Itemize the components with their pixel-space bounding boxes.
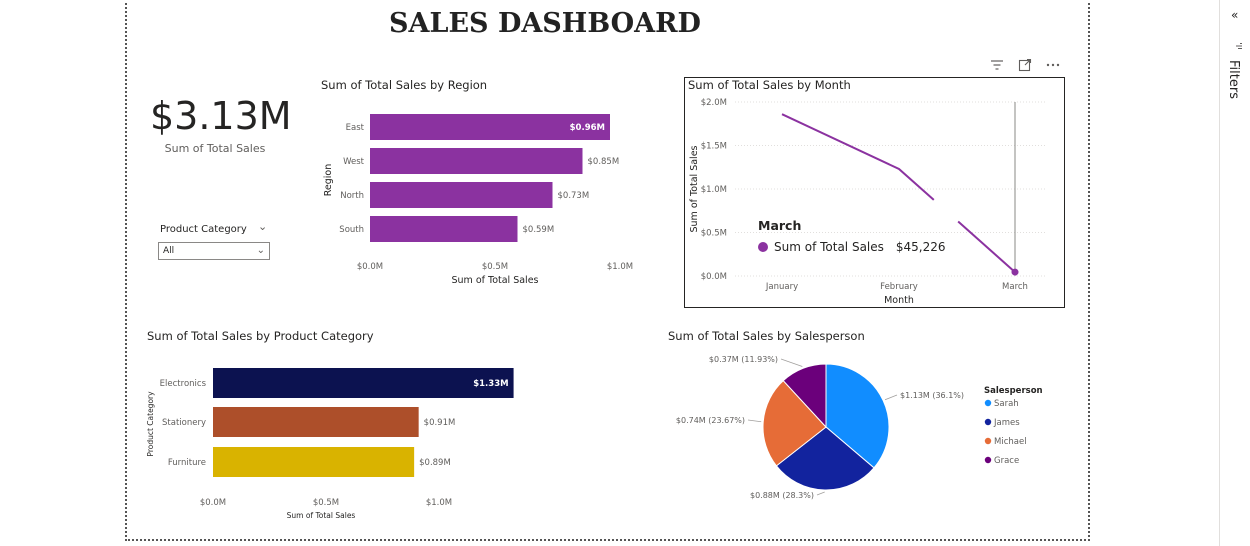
category-bar [213, 407, 419, 437]
category-x-tick: $1.0M [426, 498, 452, 508]
pie-legend-label: Michael [994, 437, 1027, 447]
salesperson-pie-chart: $1.13M (36.1%) $0.88M (28.3%) $0.74M (23.6… [676, 355, 1043, 500]
region-bar-chart: East $0.96M West $0.85M North $0.73M South $0.5… [323, 114, 633, 286]
pie-data-label: $0.37M (11.93%) [709, 355, 778, 364]
month-chart-title: Sum of Total Sales by Month [688, 78, 851, 92]
month-y-tick: $1.5M [701, 142, 727, 152]
region-chart-title: Sum of Total Sales by Region [321, 78, 488, 92]
more-options-icon[interactable] [1046, 62, 1060, 68]
pie-legend-marker [984, 418, 992, 426]
pie-legend-title: Salesperson [984, 386, 1043, 396]
dashboard-title: SALES DASHBOARD [389, 8, 701, 39]
chevron-down-icon: ⌄ [256, 245, 265, 256]
category-label: Furniture [168, 458, 206, 468]
month-y-tick: $2.0M [701, 98, 727, 108]
month-y-axis-title: Sum of Total Sales [689, 145, 700, 232]
category-x-tick: $0.5M [313, 498, 339, 508]
month-series-line [781, 113, 935, 201]
kpi-label: Sum of Total Sales [164, 142, 266, 155]
category-bar [213, 447, 415, 477]
month-march-point [1011, 268, 1019, 276]
slicer-dropdown[interactable]: All ⌄ [158, 242, 270, 260]
pie-legend-label: James [993, 418, 1020, 428]
region-bar [370, 148, 583, 174]
pie-legend-marker [984, 456, 992, 464]
pie-data-label: $1.13M (36.1%) [900, 391, 964, 400]
region-y-axis-title: Region [323, 164, 334, 197]
category-x-tick: $0.0M [200, 498, 226, 508]
region-x-tick: $0.5M [482, 262, 508, 272]
month-x-tick: January [765, 282, 798, 292]
month-line-chart: $0.0M $0.5M $1.0M $1.5M $2.0M January February… [689, 98, 1045, 306]
category-data-label: $1.33M [473, 379, 508, 389]
region-category-label: South [339, 225, 364, 235]
month-y-tick: $0.0M [701, 272, 727, 282]
pie-legend-marker [984, 399, 992, 407]
region-bar [370, 216, 518, 242]
tooltip-header: March [758, 218, 802, 233]
slicer-collapse-chevron-icon[interactable]: ⌄ [258, 220, 267, 233]
region-data-label: $0.85M [588, 157, 620, 167]
double-chevron-icon[interactable]: « [1231, 8, 1238, 22]
tooltip-series-name: Sum of Total Sales [774, 240, 884, 254]
region-category-label: North [340, 191, 364, 201]
category-chart-title: Sum of Total Sales by Product Category [147, 329, 374, 343]
category-data-label: $0.91M [424, 418, 456, 428]
region-bar [370, 182, 553, 208]
salesperson-chart-title: Sum of Total Sales by Salesperson [668, 329, 865, 343]
tooltip-series-dot [758, 242, 768, 252]
slicer-selected-value: All [163, 246, 175, 256]
pie-leader-line [747, 419, 762, 423]
month-y-tick: $0.5M [701, 229, 727, 239]
region-data-label: $0.59M [523, 225, 555, 235]
month-x-axis-title: Month [884, 295, 914, 306]
filter-pane-icon[interactable] [1234, 40, 1244, 50]
region-category-label: East [346, 123, 365, 133]
category-data-label: $0.89M [419, 458, 451, 468]
tooltip-value: $45,226 [895, 240, 946, 254]
pie-legend-label: Sarah [994, 399, 1019, 409]
pie-leader-line [780, 358, 803, 367]
region-data-label: $0.73M [558, 191, 590, 201]
category-y-axis-title: Product Category [146, 391, 155, 457]
region-category-label: West [343, 157, 365, 167]
month-x-tick: March [1002, 282, 1028, 292]
category-label: Stationery [162, 418, 206, 428]
month-x-tick: February [880, 282, 918, 292]
pie-legend-label: Grace [994, 456, 1019, 466]
month-y-tick: $1.0M [701, 185, 727, 195]
pie-leader-line [884, 394, 898, 401]
focus-mode-icon[interactable] [1018, 58, 1032, 72]
slicer-title: Product Category [160, 224, 247, 235]
region-x-tick: $0.0M [357, 262, 383, 272]
pie-leader-line [816, 491, 825, 496]
pie-data-label: $0.88M (28.3%) [750, 491, 814, 500]
filters-pane-label[interactable]: Filters [1226, 60, 1241, 99]
category-label: Electronics [160, 379, 207, 389]
kpi-value: $3.13M [150, 94, 292, 138]
pie-data-label: $0.74M (23.67%) [676, 416, 745, 425]
filter-icon[interactable] [990, 59, 1004, 71]
category-bar-chart: Electronics $1.33M Stationery $0.91M Furnitu… [146, 368, 514, 520]
pie-legend-marker [984, 437, 992, 445]
region-x-axis-title: Sum of Total Sales [452, 275, 539, 286]
region-x-tick: $1.0M [607, 262, 633, 272]
category-x-axis-title: Sum of Total Sales [287, 511, 356, 520]
category-bar [213, 368, 514, 398]
region-data-label: $0.96M [570, 123, 605, 133]
tooltip-row: Sum of Total Sales $45,226 [758, 240, 946, 254]
month-series-line-segment [957, 220, 1016, 273]
